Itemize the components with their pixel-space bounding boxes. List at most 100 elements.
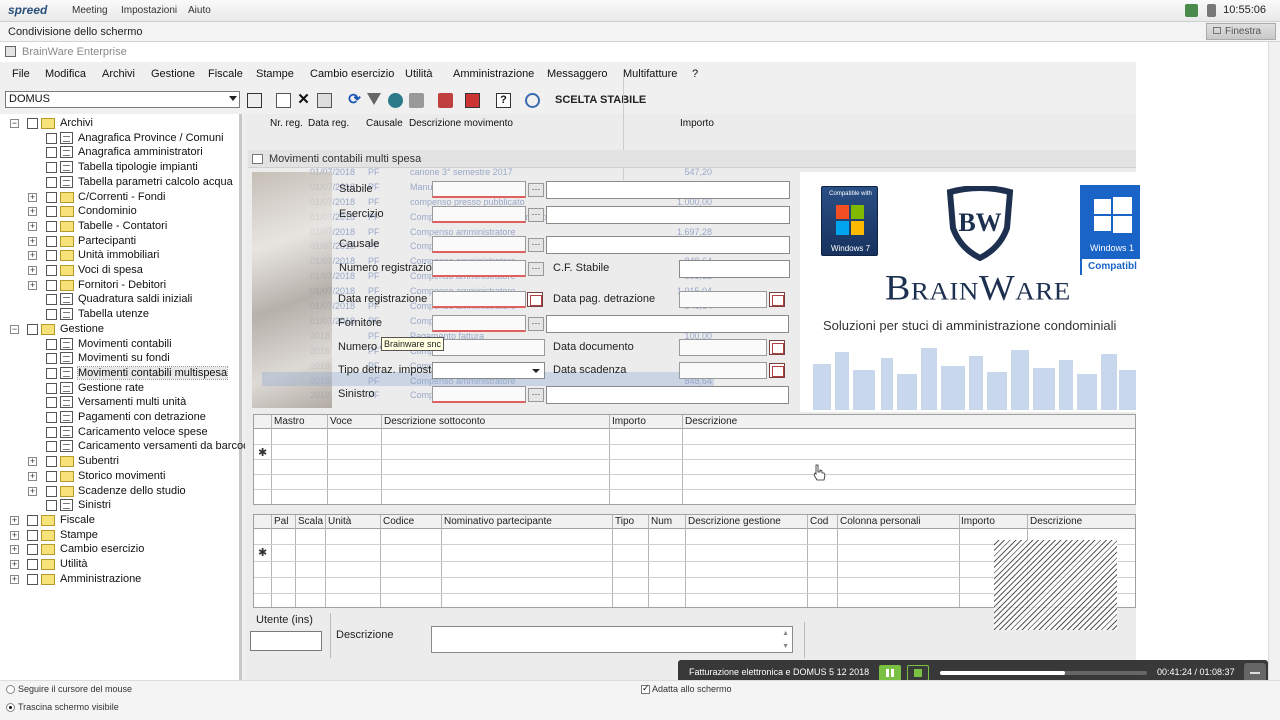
calendar-icon[interactable] bbox=[769, 292, 785, 307]
menu-modifica[interactable]: Modifica bbox=[45, 68, 86, 80]
database-select[interactable]: DOMUS bbox=[5, 91, 240, 108]
tree-item[interactable]: + Voci di spesa bbox=[0, 263, 240, 278]
menu-file[interactable]: File bbox=[12, 68, 30, 80]
expand-icon[interactable]: + bbox=[10, 560, 19, 569]
scroll-up-icon[interactable]: ▲ bbox=[782, 630, 789, 637]
tree-checkbox[interactable] bbox=[46, 456, 57, 468]
pause-button[interactable] bbox=[879, 665, 901, 681]
grid2-col-num[interactable]: Num bbox=[651, 516, 672, 527]
expand-icon[interactable]: + bbox=[28, 266, 37, 275]
tree-item[interactable]: + Stampe bbox=[0, 528, 240, 543]
tree-checkbox[interactable] bbox=[46, 220, 57, 232]
tree-checkbox[interactable] bbox=[46, 397, 57, 409]
tree-checkbox[interactable] bbox=[46, 250, 57, 262]
expand-icon[interactable]: + bbox=[28, 251, 37, 261]
tree-item[interactable]: Anagrafica Province / Comuni bbox=[0, 131, 240, 146]
grid1-col-importo[interactable]: Importo bbox=[612, 416, 646, 427]
grid2-col-colonna-personali[interactable]: Colonna personali bbox=[840, 516, 921, 527]
tree-item[interactable]: + Fiscale bbox=[0, 513, 240, 528]
calendar-icon[interactable] bbox=[769, 363, 785, 378]
causale-code-field[interactable] bbox=[432, 236, 526, 253]
grid2-col-cod[interactable]: Cod bbox=[810, 516, 828, 527]
numero-documento-field[interactable] bbox=[432, 339, 545, 356]
tree-checkbox[interactable] bbox=[46, 441, 57, 453]
tree-checkbox[interactable] bbox=[46, 309, 57, 321]
tipo-detraz-select[interactable] bbox=[432, 362, 545, 379]
tree-item[interactable]: + Fornitori - Debitori bbox=[0, 278, 240, 293]
voci-grid[interactable]: Mastro Voce Descrizione sottoconto Impor… bbox=[253, 414, 1136, 505]
tree-item[interactable]: Movimenti contabili bbox=[0, 337, 240, 352]
menu-meeting[interactable]: Meeting bbox=[72, 5, 108, 16]
data-documento-field[interactable] bbox=[679, 339, 767, 356]
tree-checkbox[interactable] bbox=[27, 559, 38, 570]
tree-checkbox[interactable] bbox=[27, 323, 38, 335]
menu-gestione[interactable]: Gestione bbox=[151, 68, 195, 80]
tree-item[interactable]: Quadratura saldi iniziali bbox=[0, 292, 240, 307]
grid2-col-tipo[interactable]: Tipo bbox=[615, 516, 634, 527]
tree-checkbox[interactable] bbox=[46, 294, 57, 306]
calendar-icon[interactable] bbox=[769, 340, 785, 355]
tree-item[interactable]: + Partecipanti bbox=[0, 234, 240, 249]
expand-icon[interactable]: + bbox=[28, 280, 37, 290]
cf-stabile-field[interactable] bbox=[679, 260, 790, 278]
tree-checkbox[interactable] bbox=[46, 426, 57, 438]
tree-checkbox[interactable] bbox=[46, 235, 57, 247]
follow-cursor-radio[interactable] bbox=[6, 685, 15, 694]
tree-item[interactable]: − Archivi bbox=[0, 116, 240, 131]
tree-checkbox[interactable] bbox=[46, 500, 57, 512]
stop-button[interactable] bbox=[907, 665, 929, 681]
data-pag-detrazione-field[interactable] bbox=[679, 291, 767, 308]
tree-checkbox[interactable] bbox=[27, 514, 38, 526]
tree-checkbox[interactable] bbox=[46, 176, 57, 188]
tree-checkbox[interactable] bbox=[46, 353, 57, 365]
tree-checkbox[interactable] bbox=[46, 265, 57, 276]
tree-item[interactable]: + Subentri bbox=[0, 454, 240, 469]
expand-icon[interactable]: + bbox=[28, 207, 37, 217]
tree-item[interactable]: + Condominio bbox=[0, 204, 240, 219]
tree-checkbox[interactable] bbox=[27, 573, 38, 585]
tree-item[interactable]: Tabella parametri calcolo acqua bbox=[0, 175, 240, 190]
expand-icon[interactable]: + bbox=[28, 457, 37, 467]
collapse-icon[interactable]: − bbox=[10, 119, 19, 128]
grid2-col-descrizione[interactable]: Descrizione bbox=[1030, 516, 1082, 527]
descrizione-textarea[interactable]: ▲ ▼ bbox=[431, 626, 793, 653]
causale-name-field[interactable] bbox=[546, 236, 790, 254]
expand-icon[interactable]: + bbox=[28, 471, 37, 481]
tree-item[interactable]: + Unità immobiliari bbox=[0, 248, 240, 263]
grid2-col-descrizione-gestione[interactable]: Descrizione gestione bbox=[688, 516, 781, 527]
numero-registrazione-button[interactable]: ··· bbox=[528, 262, 544, 276]
tree-item[interactable]: + Cambio esercizio bbox=[0, 542, 240, 557]
tree-checkbox[interactable] bbox=[27, 118, 38, 129]
tree-item[interactable]: Gestione rate bbox=[0, 381, 240, 396]
tree-checkbox[interactable] bbox=[46, 367, 57, 379]
expand-icon[interactable]: + bbox=[28, 236, 37, 246]
numero-registrazione-field[interactable] bbox=[432, 260, 526, 277]
grid2-col-nominativo[interactable]: Nominativo partecipante bbox=[444, 516, 552, 527]
menu-aiuto[interactable]: Aiuto bbox=[188, 5, 211, 16]
network-icon[interactable] bbox=[1185, 4, 1198, 17]
menu-fiscale[interactable]: Fiscale bbox=[208, 68, 243, 80]
tree-checkbox[interactable] bbox=[46, 338, 57, 350]
tree-item[interactable]: Caricamento versamenti da barcode bbox=[0, 439, 255, 454]
tree-item[interactable]: Caricamento veloce spese bbox=[0, 425, 240, 440]
tree-checkbox[interactable] bbox=[46, 206, 57, 218]
expand-icon[interactable]: + bbox=[28, 192, 37, 202]
utente-field[interactable] bbox=[250, 631, 322, 651]
sinistro-code-field[interactable] bbox=[432, 386, 526, 403]
tree-item[interactable]: + Scadenze dello studio bbox=[0, 484, 240, 499]
grid1-col-mastro[interactable]: Mastro bbox=[274, 416, 305, 427]
fit-screen-checkbox[interactable] bbox=[641, 683, 650, 694]
tree-item[interactable]: Anagrafica amministratori bbox=[0, 145, 240, 160]
data-scadenza-field[interactable] bbox=[679, 362, 767, 379]
tree-checkbox[interactable] bbox=[46, 470, 57, 482]
tree-checkbox[interactable] bbox=[46, 382, 57, 394]
causale-lookup-button[interactable]: ··· bbox=[528, 238, 544, 252]
esercizio-code-field[interactable] bbox=[432, 206, 526, 223]
grid1-col-descrizione-sottoconto[interactable]: Descrizione sottoconto bbox=[384, 416, 485, 427]
fornitore-code-field[interactable] bbox=[432, 315, 526, 332]
data-registrazione-field[interactable] bbox=[432, 291, 526, 308]
esercizio-name-field[interactable] bbox=[546, 206, 790, 224]
tree-item[interactable]: + C/Correnti - Fondi bbox=[0, 190, 240, 205]
esercizio-lookup-button[interactable]: ··· bbox=[528, 208, 544, 222]
expand-icon[interactable]: + bbox=[28, 486, 37, 496]
